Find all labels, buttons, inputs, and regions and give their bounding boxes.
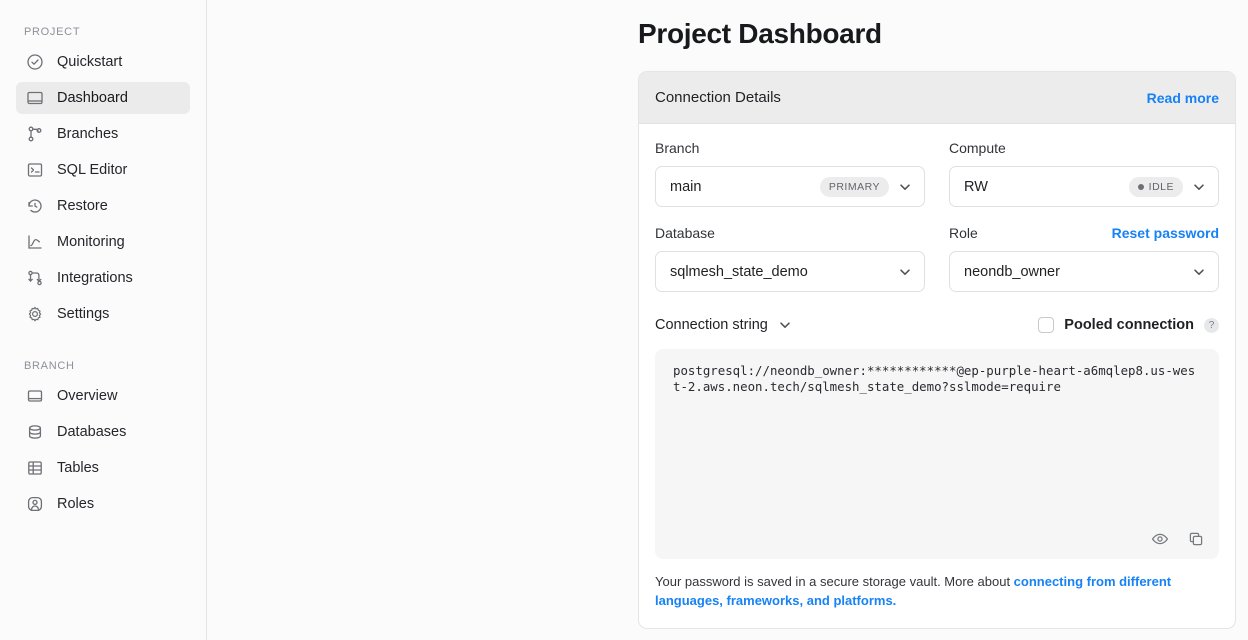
- compute-status-badge: IDLE: [1128, 176, 1183, 197]
- chevron-down-icon[interactable]: [1191, 179, 1207, 195]
- sidebar-item-label: Databases: [57, 423, 127, 440]
- sidebar-item-quickstart[interactable]: Quickstart: [16, 46, 190, 78]
- monitoring-chart-icon: [26, 233, 44, 251]
- branches-icon: [26, 125, 44, 143]
- connection-string-toggle[interactable]: Connection string: [655, 317, 793, 333]
- copy-icon[interactable]: [1187, 530, 1205, 548]
- eye-icon[interactable]: [1151, 530, 1169, 548]
- branch-compute-row: Branch main PRIMARY Compute RW IDLE: [655, 140, 1219, 207]
- sidebar-item-restore[interactable]: Restore: [16, 190, 190, 222]
- compute-select[interactable]: RW IDLE: [949, 166, 1219, 207]
- sidebar-item-label: Settings: [57, 305, 110, 322]
- card-body: Branch main PRIMARY Compute RW IDLE Data…: [639, 124, 1235, 628]
- sidebar-section-project-label: PROJECT: [24, 26, 81, 38]
- code-actions: [1151, 530, 1205, 548]
- branch-badge-text: PRIMARY: [828, 180, 880, 193]
- pooled-connection-group: Pooled connection ?: [1038, 317, 1219, 333]
- compute-field-head: Compute: [949, 140, 1219, 158]
- sidebar-item-label: Dashboard: [57, 89, 128, 106]
- database-value: sqlmesh_state_demo: [670, 263, 808, 280]
- sidebar-item-integrations[interactable]: Integrations: [16, 262, 190, 294]
- database-field-head: Database: [655, 225, 925, 243]
- database-role-row: Database sqlmesh_state_demo Role Reset p…: [655, 225, 1219, 292]
- sidebar-item-label: Overview: [57, 387, 118, 404]
- branch-primary-badge: PRIMARY: [819, 176, 889, 197]
- pooled-connection-checkbox[interactable]: [1038, 317, 1055, 333]
- sidebar-item-label: Restore: [57, 197, 108, 214]
- branch-field-head: Branch: [655, 140, 925, 158]
- chevron-down-icon[interactable]: [897, 179, 913, 195]
- roles-user-icon: [26, 495, 44, 513]
- sidebar-item-databases[interactable]: Databases: [16, 416, 190, 448]
- gear-icon: [26, 305, 44, 323]
- sidebar-item-roles[interactable]: Roles: [16, 488, 190, 520]
- reset-password-link[interactable]: Reset password: [1112, 225, 1219, 241]
- compute-value: RW: [964, 178, 988, 195]
- sql-editor-icon: [26, 161, 44, 179]
- compute-field: Compute RW IDLE: [949, 140, 1219, 207]
- app-root: PROJECT Quickstart Dashboard Branches SQ…: [0, 0, 1248, 640]
- database-label: Database: [655, 225, 715, 241]
- dashboard-icon: [26, 89, 44, 107]
- sidebar-item-label: SQL Editor: [57, 161, 128, 178]
- database-select[interactable]: sqlmesh_state_demo: [655, 251, 925, 292]
- chevron-down-icon[interactable]: [897, 264, 913, 280]
- connection-string-row: Connection string Pooled connection ?: [655, 314, 1219, 336]
- main-content: Project Dashboard Connection Details Rea…: [207, 0, 1248, 640]
- page-title: Project Dashboard: [638, 18, 882, 49]
- check-circle-icon: [26, 53, 44, 71]
- help-icon[interactable]: ?: [1204, 317, 1219, 333]
- pooled-connection-label: Pooled connection: [1064, 317, 1194, 333]
- card-title: Connection Details: [655, 89, 781, 106]
- sidebar-item-settings[interactable]: Settings: [16, 298, 190, 330]
- chevron-down-icon[interactable]: [777, 317, 793, 333]
- table-icon: [26, 459, 44, 477]
- card-header: Connection Details Read more: [639, 72, 1235, 124]
- connection-details-card: Connection Details Read more Branch main…: [638, 71, 1236, 629]
- sidebar-item-dashboard[interactable]: Dashboard: [16, 82, 190, 114]
- connection-string-code-block: postgresql://neondb_owner:************@e…: [655, 349, 1219, 559]
- database-field: Database sqlmesh_state_demo: [655, 225, 925, 292]
- sidebar-item-label: Roles: [57, 495, 95, 512]
- database-icon: [26, 423, 44, 441]
- role-field-head: Role Reset password: [949, 225, 1219, 243]
- restore-clock-icon: [26, 197, 44, 215]
- status-dot-icon: [1137, 183, 1144, 190]
- password-vault-note: Your password is saved in a secure stora…: [655, 572, 1175, 610]
- role-field: Role Reset password neondb_owner: [949, 225, 1219, 292]
- read-more-link[interactable]: Read more: [1147, 90, 1219, 106]
- integrations-icon: [26, 269, 44, 287]
- overview-icon: [26, 387, 44, 405]
- sidebar-item-branches[interactable]: Branches: [16, 118, 190, 150]
- sidebar-item-label: Branches: [57, 125, 119, 142]
- sidebar-item-monitoring[interactable]: Monitoring: [16, 226, 190, 258]
- sidebar-item-label: Monitoring: [57, 233, 125, 250]
- sidebar-item-sql-editor[interactable]: SQL Editor: [16, 154, 190, 186]
- branch-select[interactable]: main PRIMARY: [655, 166, 925, 207]
- sidebar-item-overview[interactable]: Overview: [16, 380, 190, 412]
- connection-string-value[interactable]: postgresql://neondb_owner:************@e…: [673, 363, 1201, 395]
- branch-field: Branch main PRIMARY: [655, 140, 925, 207]
- role-select[interactable]: neondb_owner: [949, 251, 1219, 292]
- sidebar-item-label: Integrations: [57, 269, 133, 286]
- role-value: neondb_owner: [964, 263, 1060, 280]
- compute-label: Compute: [949, 140, 1006, 156]
- password-vault-note-text: Your password is saved in a secure stora…: [655, 574, 1014, 589]
- connection-string-label: Connection string: [655, 317, 768, 333]
- chevron-down-icon[interactable]: [1191, 264, 1207, 280]
- sidebar: PROJECT Quickstart Dashboard Branches SQ…: [0, 0, 207, 640]
- sidebar-item-tables[interactable]: Tables: [16, 452, 190, 484]
- branch-label: Branch: [655, 140, 700, 156]
- branch-value: main: [670, 178, 702, 195]
- role-label: Role: [949, 225, 978, 241]
- sidebar-item-label: Tables: [57, 459, 99, 476]
- sidebar-section-branch-label: BRANCH: [24, 360, 75, 372]
- sidebar-item-label: Quickstart: [57, 53, 123, 70]
- compute-badge-text: IDLE: [1148, 180, 1174, 193]
